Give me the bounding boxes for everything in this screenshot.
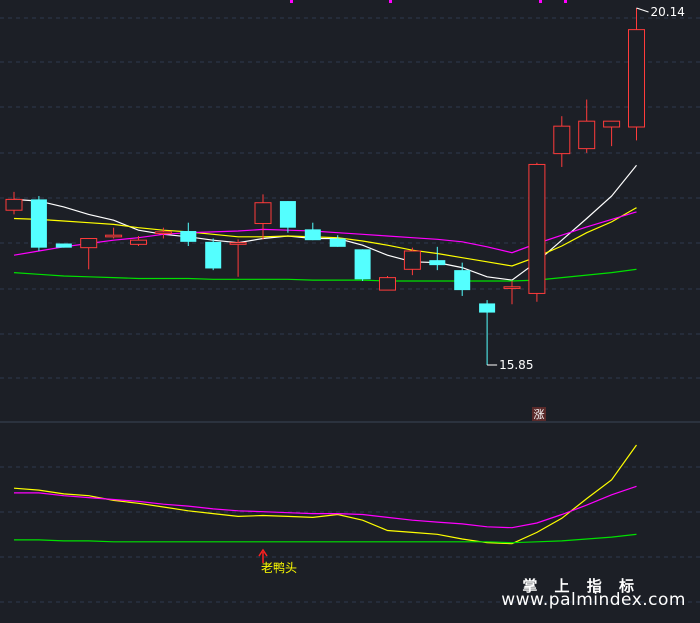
candle-body-7	[180, 231, 197, 242]
candle-body-8	[205, 241, 222, 269]
high-label-arrow	[636, 7, 649, 13]
candle-body-5	[130, 239, 147, 245]
top-tick-mark-1	[389, 0, 392, 3]
candle-body-20	[503, 286, 521, 289]
candle-body-15	[379, 277, 396, 291]
candle-body-24	[603, 120, 621, 128]
candle-body-14	[354, 249, 371, 280]
top-tick-mark-2	[539, 0, 542, 3]
candle-body-22	[553, 125, 571, 155]
candle-body-19	[479, 303, 496, 313]
watermark-url: www.palmindex.com	[501, 590, 686, 610]
candle-body-17	[429, 260, 446, 266]
candle-body-25	[628, 29, 645, 128]
candle-body-1	[30, 199, 47, 248]
candlestick-chart: 20.14 15.85 涨老鸭头	[0, 0, 700, 603]
candle-body-12	[304, 229, 321, 241]
candle-body-21	[528, 163, 546, 294]
candle-body-11	[279, 201, 296, 228]
top-tick-mark-3	[564, 0, 567, 3]
sub-line-2	[14, 533, 637, 544]
candle-body-2	[55, 243, 72, 248]
candle-body-4	[105, 234, 123, 238]
zhang-marker-label: 涨	[534, 408, 545, 421]
sub-line-0	[13, 444, 637, 545]
annotation-label: 老鸭头	[261, 561, 297, 575]
sub-line-1	[14, 485, 637, 529]
candle-body-10	[254, 202, 272, 225]
candle-body-23	[578, 120, 596, 150]
candle-body-0	[5, 198, 23, 211]
high-price-label: 20.14	[651, 5, 685, 19]
candle-body-9	[229, 242, 247, 245]
candle-body-6	[154, 231, 172, 235]
low-price-label: 15.85	[499, 358, 533, 372]
candle-body-16	[403, 250, 421, 270]
candle-body-3	[80, 238, 98, 249]
candle-body-13	[329, 238, 346, 247]
top-tick-mark-0	[290, 0, 293, 3]
candle-body-18	[454, 270, 471, 291]
